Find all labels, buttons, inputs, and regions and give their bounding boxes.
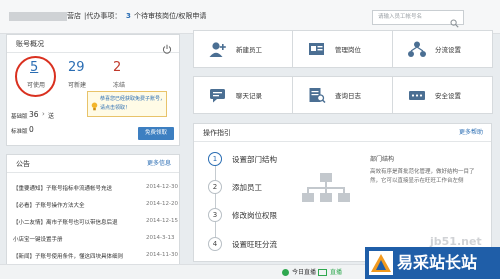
stat-frozen-value[interactable]: 2 <box>113 60 121 75</box>
tile-label: 新建员工 <box>236 46 262 54</box>
tile-query-log[interactable]: 查询日志 <box>292 76 393 114</box>
step-label[interactable]: 添加员工 <box>232 182 262 193</box>
more-help-link[interactable]: 更多帮助 <box>459 124 483 142</box>
announcement-item[interactable]: 【新闻】子账号使用条件，懂这四块具体细则 <box>13 252 148 260</box>
tile-chat-records[interactable]: 聊天记录 <box>193 76 294 114</box>
account-overview-panel: 账号概况 5 可使用 29 可新建 2 冻结 基础版 36 › 送 标准版 0 … <box>6 34 180 146</box>
search-icon[interactable] <box>450 13 459 28</box>
announcement-date: 2014-11-30 <box>146 252 178 258</box>
watermark-brand: 易采站长站 <box>397 253 478 272</box>
stat-creatable-value[interactable]: 29 <box>68 60 85 75</box>
announcement-item[interactable]: 【重要通知】子账号指标非流通帐号充送 <box>13 184 148 192</box>
bulb-icon <box>91 96 98 111</box>
basic-extra: 送 <box>48 113 55 120</box>
announcement-date: 2014-12-30 <box>146 184 178 190</box>
account-overview-title: 账号概况 <box>7 35 179 53</box>
standard-label: 标准版 <box>11 129 28 135</box>
chat-records-icon <box>209 87 227 104</box>
step-number-badge: 4 <box>208 237 222 251</box>
search-box[interactable]: 请输入员工帐号名 <box>372 10 464 28</box>
tile-label: 聊天记录 <box>236 92 262 100</box>
stat-available-label: 可使用 <box>27 82 46 89</box>
org-structure-icon <box>302 172 350 212</box>
brand-mark-icon <box>369 251 393 275</box>
today-live-link[interactable]: 今日直播 <box>292 267 316 276</box>
tile-security-settings[interactable]: 安全设置 <box>392 76 493 114</box>
free-account-tooltip: 恭喜您已经获取免费子账号，请点击领取！ <box>87 91 167 117</box>
announcement-date: 2014-3-13 <box>146 235 175 241</box>
announcements-panel: 公告 更多信息 【重要通知】子账号指标非流通帐号充送 2014-12-30 【必… <box>6 154 180 279</box>
tile-label: 分流设置 <box>435 46 461 54</box>
step-number-badge: 1 <box>208 152 222 166</box>
tile-label: 管理岗位 <box>335 46 361 54</box>
standard-value: 0 <box>29 125 34 134</box>
basic-label: 基础版 <box>11 114 28 120</box>
steps-connector <box>215 160 216 246</box>
tooltip-text: 恭喜您已经获取免费子账号，请点击领取！ <box>100 96 166 111</box>
step-number-badge: 3 <box>208 208 222 222</box>
company-name-redacted <box>9 12 67 21</box>
announcement-item[interactable]: 【必看】子账号操作方法大全 <box>13 201 148 209</box>
announcement-date: 2014-12-20 <box>146 201 178 207</box>
security-settings-icon <box>408 87 426 104</box>
new-employee-icon <box>209 41 227 58</box>
step-label[interactable]: 设置部门结构 <box>232 154 277 165</box>
company-suffix: 营店 <box>67 12 81 20</box>
tile-manage-position[interactable]: 管理岗位 <box>292 30 393 68</box>
stat-frozen-label: 冻结 <box>113 82 126 89</box>
watermark-logo: 易采站长站 <box>365 247 500 279</box>
basic-value: 36 <box>29 110 39 119</box>
announcement-date: 2014-12-15 <box>146 218 178 224</box>
detail-text: 高效有序是首批范化管理，做好结构一目了然，它可以直接显示在旺旺工作台左侧 <box>370 169 475 184</box>
search-placeholder: 请输入员工帐号名 <box>378 14 423 20</box>
tile-diversion-settings[interactable]: 分流设置 <box>392 30 493 68</box>
live-dot-icon <box>282 269 289 276</box>
claim-free-button[interactable]: 免费领取 <box>138 127 174 140</box>
manage-position-icon <box>308 41 326 58</box>
tile-label: 安全设置 <box>435 92 461 100</box>
announcements-more-link[interactable]: 更多信息 <box>147 155 171 173</box>
announcement-item[interactable]: 【小二友情】离市子账号也可以带信息后退 <box>13 218 148 226</box>
diversion-settings-icon <box>408 41 426 58</box>
live-link[interactable]: 直播 <box>330 267 342 276</box>
step-label[interactable]: 修改岗位权限 <box>232 210 277 221</box>
announcement-item[interactable]: 小店宝一键设置手册 <box>13 235 148 243</box>
monitor-icon <box>318 269 327 276</box>
operation-guide-title: 操作指引 <box>194 124 491 142</box>
stat-creatable-label: 可新建 <box>68 82 87 89</box>
todo-count[interactable]: 3 <box>126 11 131 22</box>
stat-available-value[interactable]: 5 <box>30 60 38 75</box>
tile-label: 查询日志 <box>335 92 361 100</box>
tile-new-employee[interactable]: 新建员工 <box>193 30 294 68</box>
query-log-icon <box>308 87 326 104</box>
todo-prefix: |代办事项： <box>84 12 122 20</box>
top-bar: 营店 |代办事项： 3 个待审核岗位/权限申请 请输入员工帐号名 <box>0 0 500 34</box>
power-icon[interactable] <box>162 39 172 54</box>
detail-title: 部门结构 <box>370 156 395 163</box>
step-number-badge: 2 <box>208 180 222 194</box>
chevron-right-icon: › <box>42 110 45 118</box>
todo-suffix[interactable]: 个待审核岗位/权限申请 <box>134 11 206 22</box>
step-label[interactable]: 设置旺旺分流 <box>232 239 277 250</box>
